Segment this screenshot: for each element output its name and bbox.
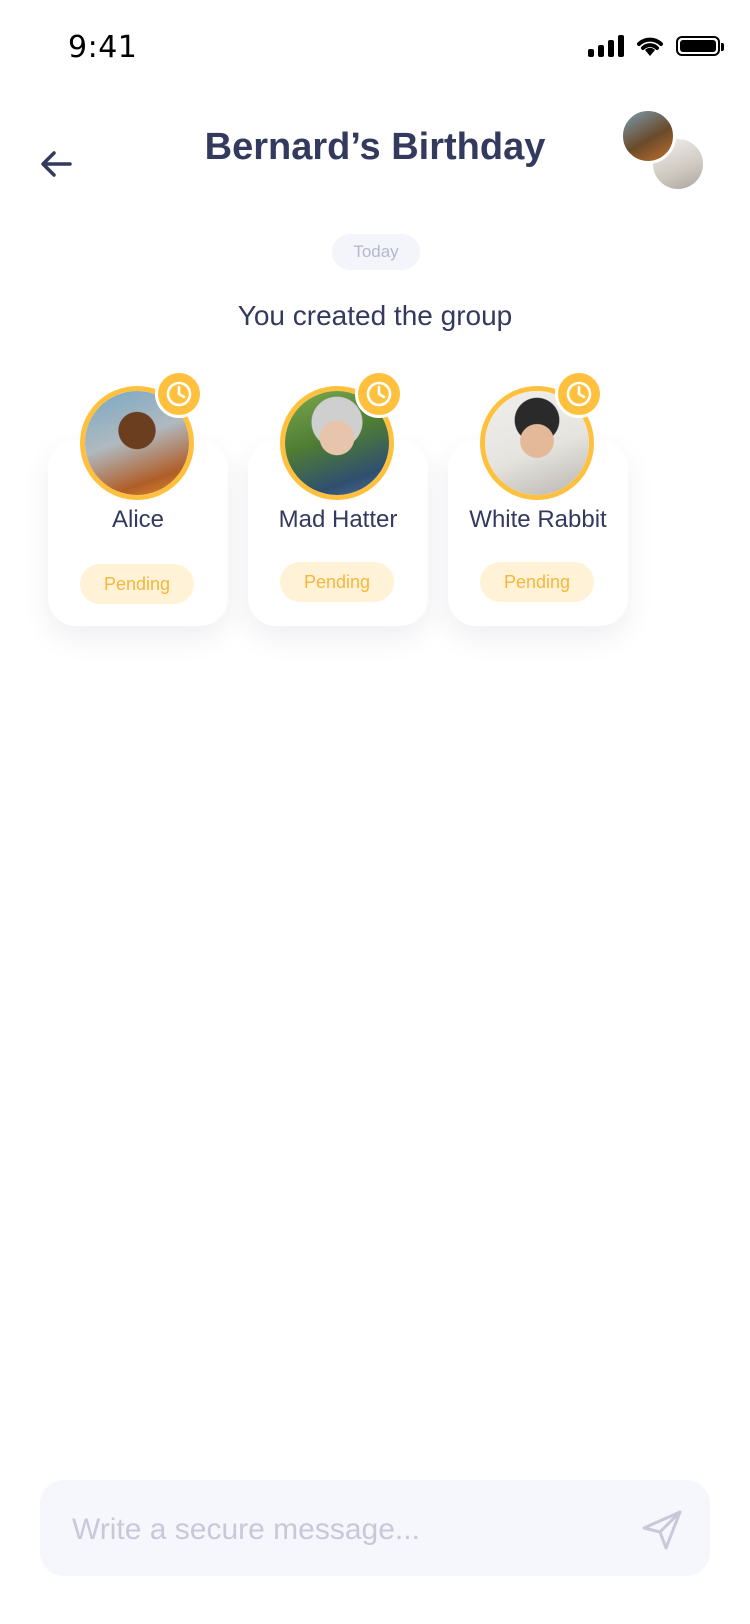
cellular-signal-icon [588,35,624,57]
clock-icon [555,370,603,418]
status-badge: Pending [80,564,194,604]
status-time: 9:41 [68,30,138,65]
message-input[interactable] [70,1506,614,1554]
battery-icon [676,36,724,56]
group-avatars[interactable] [620,108,710,194]
member-name: White Rabbit [469,506,607,533]
status-icons [588,34,724,58]
avatar [620,108,676,164]
system-message: You created the group [237,300,513,331]
member-name: Mad Hatter [278,506,398,533]
clock-icon [155,370,203,418]
wifi-icon [637,37,663,56]
status-badge: Pending [480,562,594,602]
status-badge: Pending [280,562,394,602]
message-composer [40,1480,710,1576]
status-bar: 9:41 [0,0,750,96]
send-icon[interactable] [640,1508,684,1552]
date-divider: Today [332,234,420,270]
clock-icon [355,370,403,418]
member-name: Alice [111,506,165,533]
